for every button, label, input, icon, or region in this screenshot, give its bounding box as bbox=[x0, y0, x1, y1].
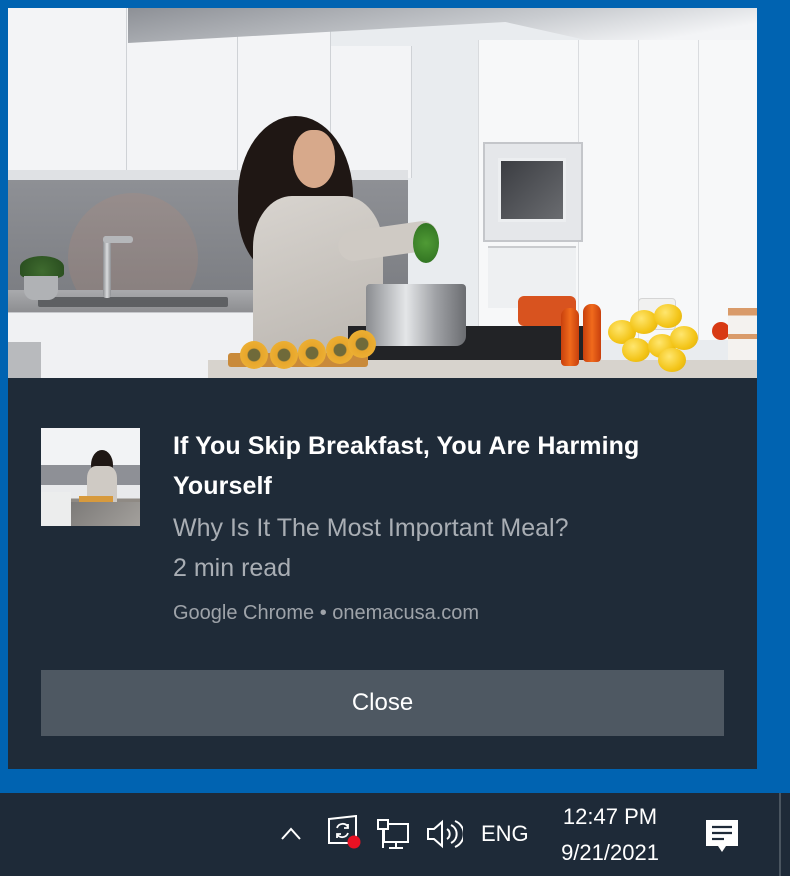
lemon bbox=[654, 304, 682, 328]
volume-icon[interactable] bbox=[425, 818, 465, 850]
sync-icon[interactable] bbox=[326, 814, 362, 849]
hero-image bbox=[8, 8, 757, 378]
chevron-up-icon[interactable] bbox=[280, 823, 302, 845]
cooking-pot bbox=[366, 284, 466, 346]
action-center-icon[interactable] bbox=[704, 817, 740, 855]
canister bbox=[728, 308, 757, 360]
show-desktop-divider[interactable] bbox=[779, 793, 781, 876]
notification-toast[interactable]: If You Skip Breakfast, You Are Harming Y… bbox=[8, 8, 757, 769]
clock-date: 9/21/2021 bbox=[561, 840, 659, 865]
notification-attribution: Google Chrome • onemacusa.com bbox=[173, 602, 480, 624]
thumbnail-cabinet bbox=[41, 492, 71, 526]
microwave-window bbox=[498, 158, 566, 222]
sink bbox=[38, 297, 228, 307]
cabinet-seam bbox=[698, 40, 699, 340]
lemon bbox=[622, 338, 650, 362]
pepper-grinder bbox=[583, 304, 601, 362]
notification-thumbnail bbox=[41, 428, 140, 526]
passion-fruit bbox=[270, 341, 298, 369]
notification-title: If You Skip Breakfast, You Are Harming Y… bbox=[173, 432, 640, 500]
clock[interactable]: 12:47 PM 9/21/2021 bbox=[548, 799, 672, 871]
notification-read-time: 2 min read bbox=[173, 554, 292, 582]
woman-face bbox=[293, 130, 335, 188]
thumbnail-counter bbox=[71, 502, 140, 526]
plant bbox=[20, 256, 64, 278]
cabinet bbox=[8, 8, 127, 178]
passion-fruit bbox=[240, 341, 268, 369]
dishwasher bbox=[8, 342, 41, 378]
plant-pot bbox=[24, 276, 58, 300]
thumbnail-board bbox=[79, 496, 113, 502]
faucet bbox=[103, 236, 111, 298]
close-button[interactable]: Close bbox=[41, 670, 724, 736]
clock-time: 12:47 PM bbox=[562, 804, 658, 829]
lemon bbox=[670, 326, 698, 350]
lemon bbox=[658, 348, 686, 372]
pepper-grinder bbox=[561, 308, 579, 366]
notification-subtitle: Why Is It The Most Important Meal? bbox=[173, 514, 569, 542]
cabinet-seam bbox=[638, 40, 639, 340]
passion-fruit bbox=[348, 330, 376, 358]
passion-fruit bbox=[298, 339, 326, 367]
network-icon[interactable] bbox=[376, 818, 412, 852]
taskbar: ENG 12:47 PM 9/21/2021 bbox=[0, 793, 790, 876]
notification-body: Why Is It The Most Important Meal? 2 min… bbox=[173, 508, 733, 588]
faucet-arm bbox=[103, 236, 133, 243]
greens bbox=[413, 223, 439, 263]
language-indicator[interactable]: ENG bbox=[481, 821, 529, 847]
